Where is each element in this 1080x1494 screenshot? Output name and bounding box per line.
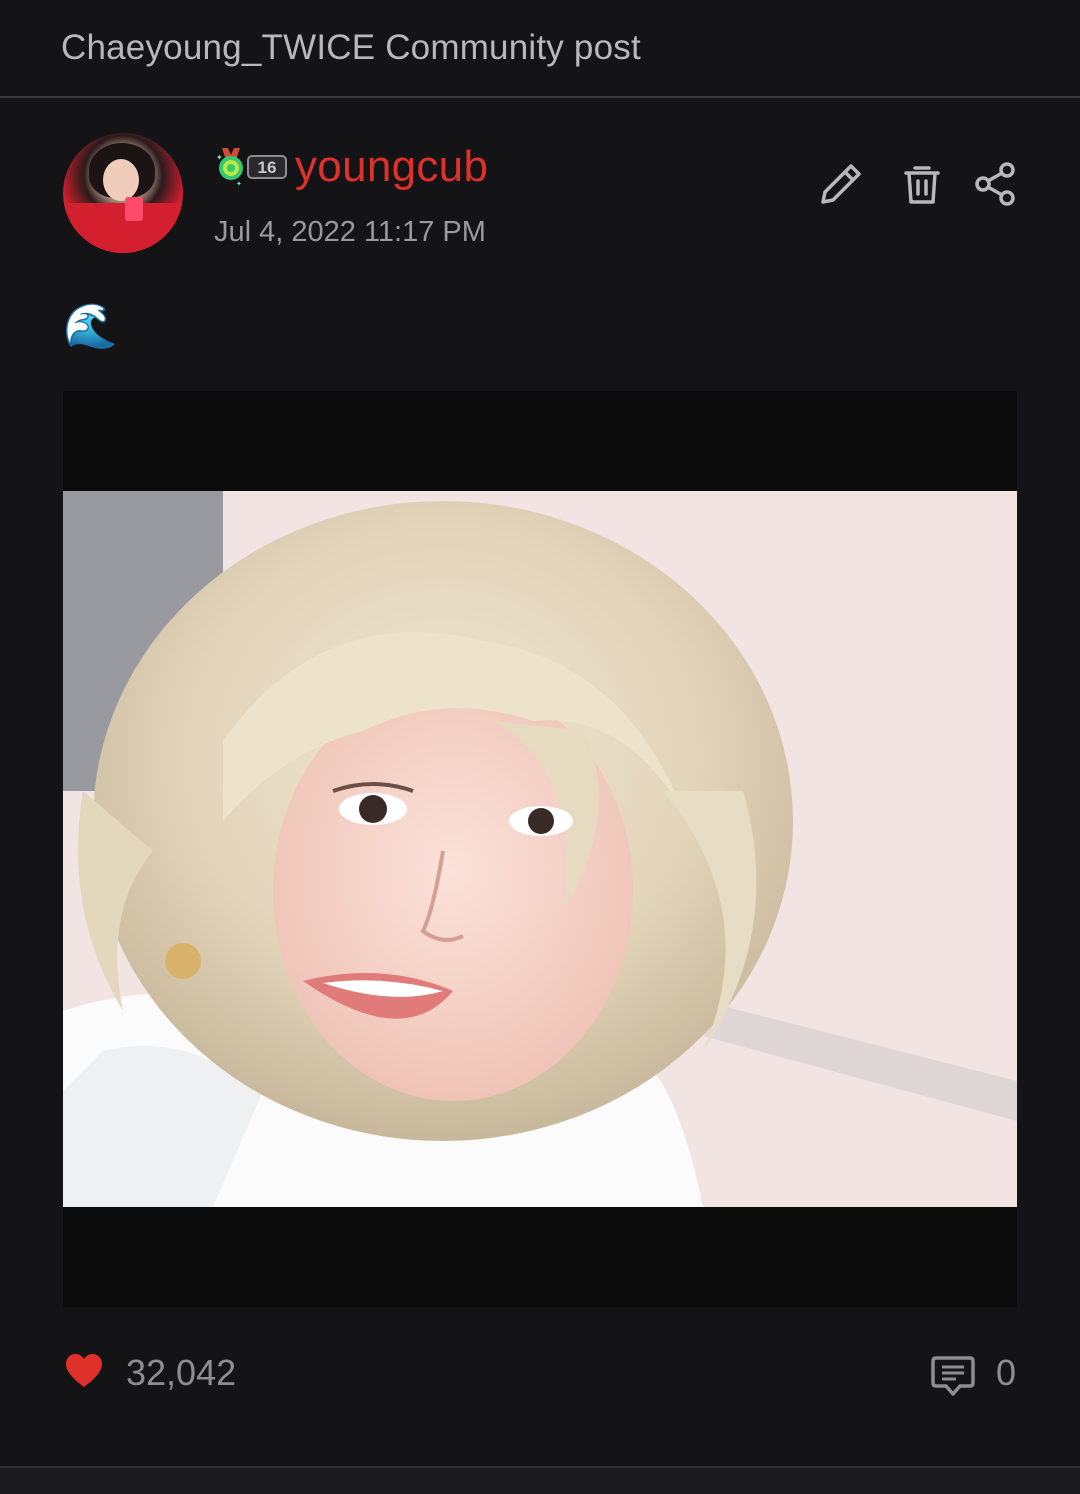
- svg-text:✦: ✦: [216, 153, 223, 162]
- header-subtitle: Community post: [385, 28, 641, 67]
- avatar[interactable]: [63, 133, 183, 253]
- author-username[interactable]: youngcub: [295, 142, 488, 192]
- community-name[interactable]: Chaeyoung_TWICE: [61, 28, 375, 67]
- post-timestamp: Jul 4, 2022 11:17 PM: [214, 216, 486, 248]
- comment-count: 0: [996, 1352, 1017, 1393]
- like-count: 32,042: [126, 1352, 237, 1393]
- heart-icon[interactable]: [65, 1353, 103, 1389]
- post-author-row: ✦ ✦ 16 youngcub Jul 4, 2022 11:17 PM: [0, 98, 1080, 278]
- post-media[interactable]: [63, 391, 1017, 1307]
- level-badge-icon: ✦ ✦ 16: [216, 148, 287, 188]
- comment-icon[interactable]: [930, 1352, 976, 1398]
- page-header: Chaeyoung_TWICE Community post: [0, 0, 1080, 98]
- svg-text:✦: ✦: [236, 180, 242, 188]
- header-title: Chaeyoung_TWICE Community post: [61, 28, 641, 68]
- post-footer: 32,042 0: [0, 1340, 1080, 1410]
- post-text: 🌊: [63, 302, 118, 351]
- level-number: 16: [258, 158, 277, 177]
- pencil-icon[interactable]: [817, 160, 865, 208]
- share-icon[interactable]: [971, 160, 1019, 208]
- bottom-bar: [0, 1466, 1080, 1494]
- post-photo[interactable]: [63, 491, 1017, 1207]
- trash-icon[interactable]: [898, 160, 946, 208]
